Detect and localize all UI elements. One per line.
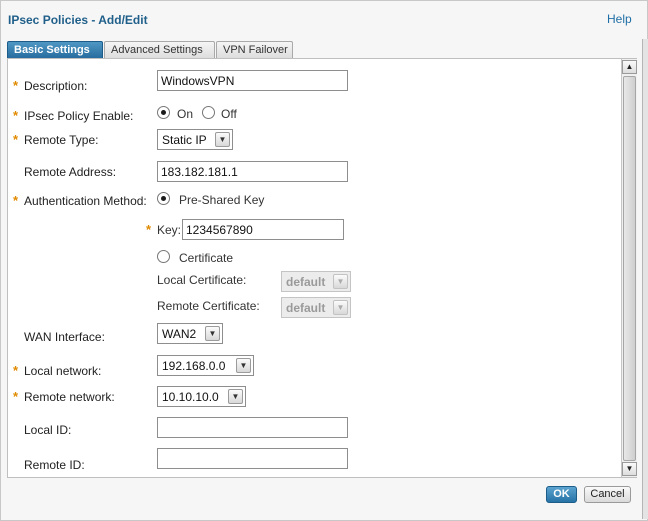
tab-vpn-failover[interactable]: VPN Failover (216, 41, 293, 59)
local-id-input[interactable] (157, 417, 348, 438)
tab-basic-settings[interactable]: Basic Settings (7, 41, 103, 59)
pre-shared-key-radio[interactable] (157, 192, 170, 205)
policy-on-radio[interactable] (157, 106, 170, 119)
remote-certificate-label: Remote Certificate: (157, 299, 260, 313)
policy-off-label: Off (221, 107, 237, 121)
remote-network-value: 10.10.10.0 (162, 390, 219, 404)
remote-type-select[interactable]: Static IP ▼ (157, 129, 233, 150)
description-label: Description: (24, 79, 88, 93)
chevron-down-icon[interactable]: ▼ (205, 326, 220, 341)
local-id-label: Local ID: (24, 423, 72, 437)
local-network-select[interactable]: 192.168.0.0 ▼ (157, 355, 254, 376)
key-label: Key: (157, 223, 182, 237)
required-marker: * (13, 132, 19, 147)
remote-certificate-select: default ▼ (281, 297, 351, 318)
chevron-down-icon[interactable]: ▼ (215, 132, 230, 147)
wan-interface-value: WAN2 (162, 327, 197, 341)
remote-address-label: Remote Address: (24, 165, 117, 179)
required-marker: * (13, 108, 19, 123)
chevron-down-icon: ▼ (333, 300, 348, 315)
scrollbar-thumb[interactable] (623, 76, 636, 461)
key-input[interactable] (182, 219, 344, 240)
remote-network-label: Remote network: (24, 390, 115, 404)
scroll-down-icon[interactable]: ▼ (622, 462, 637, 476)
cancel-button[interactable]: Cancel (584, 486, 631, 503)
required-marker: * (146, 222, 152, 237)
description-input[interactable] (157, 70, 348, 91)
ok-button[interactable]: OK (546, 486, 577, 503)
remote-type-value: Static IP (162, 133, 207, 147)
policy-off-radio[interactable] (202, 106, 215, 119)
policy-on-label: On (177, 107, 194, 121)
wan-interface-select[interactable]: WAN2 ▼ (157, 323, 223, 344)
remote-id-label: Remote ID: (24, 458, 85, 472)
required-marker: * (13, 193, 19, 208)
auth-method-label: Authentication Method: (24, 194, 147, 208)
local-certificate-label: Local Certificate: (157, 273, 247, 287)
wan-interface-label: WAN Interface: (24, 330, 105, 344)
required-marker: * (13, 78, 19, 93)
local-network-label: Local network: (24, 364, 102, 378)
remote-network-select[interactable]: 10.10.10.0 ▼ (157, 386, 246, 407)
remote-certificate-value: default (286, 301, 326, 315)
help-link[interactable]: Help (607, 12, 632, 26)
ipsec-policy-dialog: IPsec Policies - Add/Edit Help Basic Set… (0, 0, 648, 521)
chevron-down-icon[interactable]: ▼ (228, 389, 243, 404)
local-certificate-select: default ▼ (281, 271, 351, 292)
required-marker: * (13, 363, 19, 378)
local-network-value: 192.168.0.0 (162, 359, 226, 373)
remote-type-label: Remote Type: (24, 133, 99, 147)
chevron-down-icon[interactable]: ▼ (236, 358, 251, 373)
remote-id-input[interactable] (157, 448, 348, 469)
vertical-scrollbar[interactable]: ▲ ▼ (621, 59, 637, 477)
policy-enable-label: IPsec Policy Enable: (24, 109, 134, 123)
tab-advanced-settings[interactable]: Advanced Settings (104, 41, 215, 59)
required-marker: * (13, 389, 19, 404)
scroll-up-icon[interactable]: ▲ (622, 60, 637, 74)
pre-shared-key-label: Pre-Shared Key (179, 193, 265, 207)
remote-address-input[interactable] (157, 161, 348, 182)
certificate-label: Certificate (179, 251, 234, 265)
chevron-down-icon: ▼ (333, 274, 348, 289)
dialog-title: IPsec Policies - Add/Edit (8, 13, 148, 27)
local-certificate-value: default (286, 275, 326, 289)
window-edge (642, 39, 648, 519)
certificate-radio[interactable] (157, 250, 170, 263)
